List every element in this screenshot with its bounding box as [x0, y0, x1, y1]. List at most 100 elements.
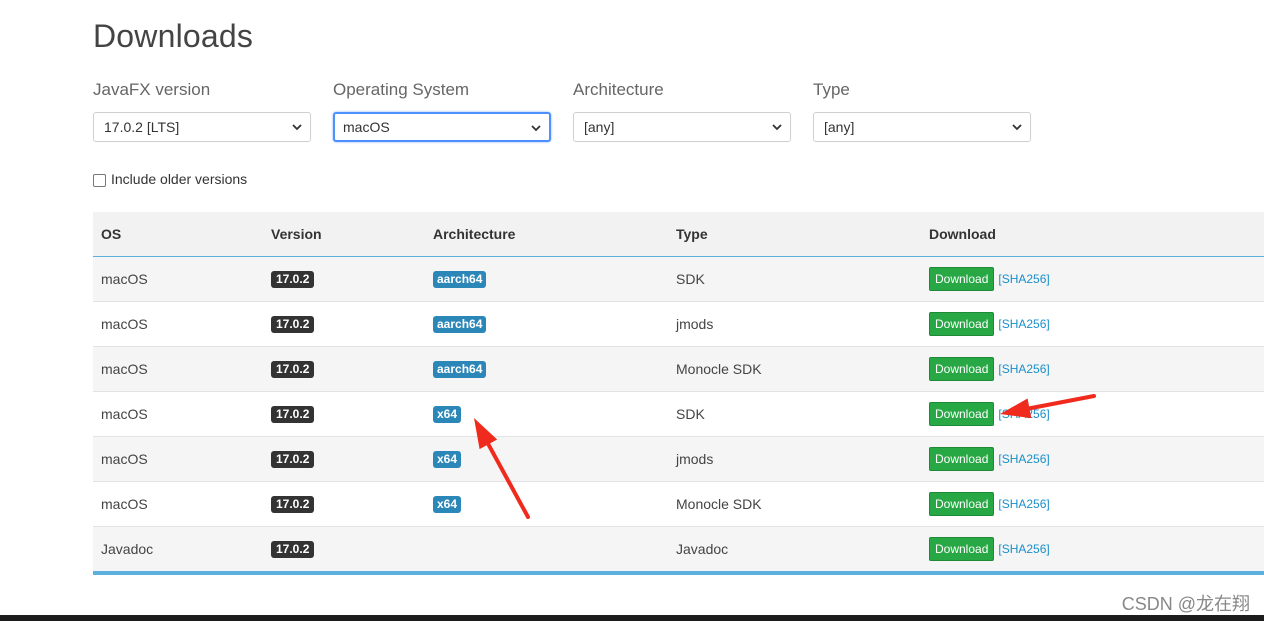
- filter-label: Operating System: [333, 80, 470, 99]
- download-button[interactable]: Download: [929, 357, 995, 381]
- architecture-badge: x64: [433, 406, 462, 423]
- version-badge: 17.0.2: [271, 361, 315, 378]
- cell-download: Download [SHA256]: [921, 346, 1264, 392]
- architecture-badge: x64: [433, 451, 462, 468]
- type-select[interactable]: [any]: [813, 112, 1031, 142]
- cell-os: macOS: [93, 346, 263, 392]
- download-button[interactable]: Download: [929, 537, 995, 561]
- os-text: Javadoc: [101, 541, 154, 557]
- os-text: macOS: [101, 316, 148, 332]
- cell-type: Monocle SDK: [668, 346, 921, 392]
- download-button[interactable]: Download: [929, 492, 995, 516]
- chevron-down-icon: [292, 124, 302, 131]
- os-text: macOS: [101, 496, 148, 512]
- javafx-version-select[interactable]: 17.0.2 [LTS]: [93, 112, 311, 142]
- column-header-type: Type: [668, 212, 921, 257]
- table-bottom-border: [93, 571, 1264, 575]
- filter-javafx-version: JavaFX version 17.0.2 [LTS]: [93, 78, 313, 142]
- cell-architecture: aarch64: [425, 346, 668, 392]
- select-value: [any]: [584, 119, 615, 135]
- sha256-link[interactable]: [SHA256]: [998, 452, 1049, 466]
- table-row: macOS 17.0.2 x64 jmods Download [SHA256]: [93, 436, 1264, 482]
- column-header-version: Version: [263, 212, 425, 257]
- architecture-badge: aarch64: [433, 316, 487, 333]
- sha256-link[interactable]: [SHA256]: [998, 272, 1049, 286]
- column-header-architecture: Architecture: [425, 212, 668, 257]
- architecture-badge: aarch64: [433, 271, 487, 288]
- cell-architecture: x64: [425, 481, 668, 527]
- sha256-link[interactable]: [SHA256]: [998, 497, 1049, 511]
- filter-label: JavaFX version: [93, 80, 211, 99]
- cell-download: Download [SHA256]: [921, 481, 1264, 527]
- sha256-link[interactable]: [SHA256]: [998, 362, 1049, 376]
- cell-download: Download [SHA256]: [921, 436, 1264, 482]
- type-text: Javadoc: [676, 541, 729, 557]
- cell-download: Download [SHA256]: [921, 526, 1264, 572]
- os-text: macOS: [101, 361, 148, 377]
- cell-version: 17.0.2: [263, 481, 425, 527]
- select-value: macOS: [343, 119, 390, 135]
- column-header-os: OS: [93, 212, 263, 257]
- download-button[interactable]: Download: [929, 402, 995, 426]
- download-button[interactable]: Download: [929, 267, 995, 291]
- cell-os: macOS: [93, 256, 263, 302]
- cell-type: jmods: [668, 436, 921, 482]
- cell-type: SDK: [668, 391, 921, 437]
- cell-download: Download [SHA256]: [921, 256, 1264, 302]
- filter-type: Type [any]: [813, 78, 1033, 142]
- cell-os: macOS: [93, 391, 263, 437]
- cell-os: macOS: [93, 481, 263, 527]
- cell-architecture: [425, 526, 668, 572]
- os-text: macOS: [101, 451, 148, 467]
- cell-os: macOS: [93, 301, 263, 347]
- cell-version: 17.0.2: [263, 526, 425, 572]
- architecture-badge: aarch64: [433, 361, 487, 378]
- version-badge: 17.0.2: [271, 406, 315, 423]
- cell-architecture: x64: [425, 391, 668, 437]
- version-badge: 17.0.2: [271, 271, 315, 288]
- table-row: macOS 17.0.2 aarch64 Monocle SDK Downloa…: [93, 346, 1264, 392]
- architecture-badge: x64: [433, 496, 462, 513]
- cell-version: 17.0.2: [263, 436, 425, 482]
- operating-system-select[interactable]: macOS: [333, 112, 551, 142]
- include-older-versions: Include older versions: [93, 171, 247, 187]
- type-text: SDK: [676, 406, 705, 422]
- download-button[interactable]: Download: [929, 312, 995, 336]
- table-row: macOS 17.0.2 x64 Monocle SDK Download [SH…: [93, 481, 1264, 527]
- architecture-select[interactable]: [any]: [573, 112, 791, 142]
- table-row: macOS 17.0.2 aarch64 SDK Download [SHA256…: [93, 256, 1264, 302]
- version-badge: 17.0.2: [271, 541, 315, 558]
- chevron-down-icon: [772, 124, 782, 131]
- include-older-versions-checkbox[interactable]: [93, 174, 106, 187]
- cell-download: Download [SHA256]: [921, 301, 1264, 347]
- cell-os: macOS: [93, 436, 263, 482]
- sha256-link[interactable]: [SHA256]: [998, 317, 1049, 331]
- type-text: Monocle SDK: [676, 496, 762, 512]
- cell-type: SDK: [668, 256, 921, 302]
- type-text: jmods: [676, 316, 714, 332]
- version-badge: 17.0.2: [271, 496, 315, 513]
- cell-type: Monocle SDK: [668, 481, 921, 527]
- type-text: SDK: [676, 271, 705, 287]
- cell-version: 17.0.2: [263, 256, 425, 302]
- select-value: 17.0.2 [LTS]: [104, 119, 180, 135]
- download-button[interactable]: Download: [929, 447, 995, 471]
- version-badge: 17.0.2: [271, 451, 315, 468]
- cell-version: 17.0.2: [263, 391, 425, 437]
- os-text: macOS: [101, 271, 148, 287]
- table-row: Javadoc 17.0.2 Javadoc Download [SHA256]: [93, 526, 1264, 572]
- bottom-bar: [0, 615, 1264, 621]
- filter-architecture: Architecture [any]: [573, 78, 793, 142]
- cell-version: 17.0.2: [263, 346, 425, 392]
- sha256-link[interactable]: [SHA256]: [998, 407, 1049, 421]
- cell-architecture: aarch64: [425, 301, 668, 347]
- sha256-link[interactable]: [SHA256]: [998, 542, 1049, 556]
- checkbox-label: Include older versions: [111, 171, 248, 187]
- filter-label: Architecture: [573, 80, 664, 99]
- table-row: macOS 17.0.2 x64 SDK Download [SHA256]: [93, 391, 1264, 437]
- cell-version: 17.0.2: [263, 301, 425, 347]
- filter-label: Type: [813, 80, 850, 99]
- version-badge: 17.0.2: [271, 316, 315, 333]
- cell-type: jmods: [668, 301, 921, 347]
- chevron-down-icon: [531, 125, 541, 132]
